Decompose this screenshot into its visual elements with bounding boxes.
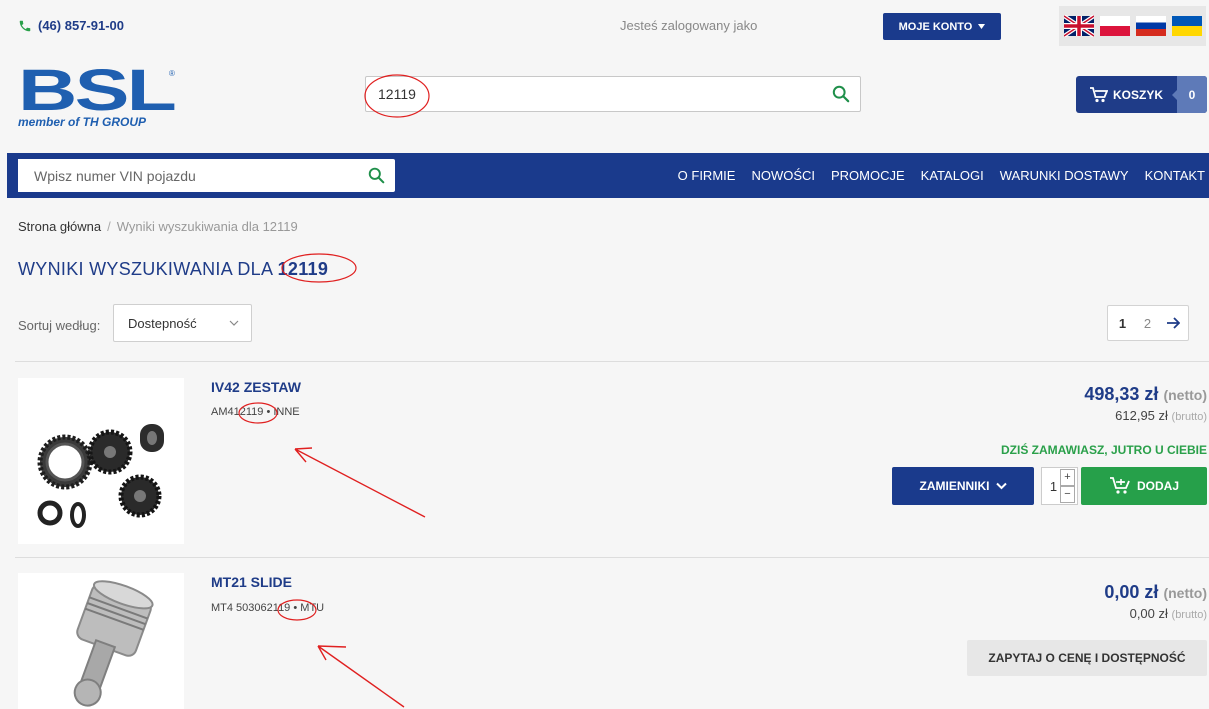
ask-price-button[interactable]: ZAPYTAJ O CENĘ I DOSTĘPNOŚĆ: [967, 640, 1207, 676]
top-bar: (46) 857-91-00 Jesteś zalogowany jako MO…: [0, 0, 1209, 56]
sort-select[interactable]: Dostepność: [113, 304, 252, 342]
divider: [15, 361, 1209, 362]
chevron-down-icon: [229, 320, 239, 326]
quantity-increase-button[interactable]: +: [1060, 469, 1075, 486]
main-nav: O FIRMIE NOWOŚCI PROMOCJE KATALOGI WARUN…: [7, 153, 1209, 198]
price-gross-value: 0,00 zł: [1129, 606, 1168, 621]
price-net-label: (netto): [1163, 585, 1207, 601]
alternatives-label: ZAMIENNIKI: [919, 479, 990, 493]
my-account-label: MOJE KONTO: [898, 20, 973, 33]
annotation-arrow: [317, 645, 405, 708]
nav-item-kontakt[interactable]: KONTAKT: [1145, 168, 1205, 183]
cart-label: KOSZYK: [1112, 87, 1163, 102]
product-category: INNE: [273, 406, 300, 418]
nav-item-nowosci[interactable]: NOWOŚCI: [751, 168, 815, 183]
logged-in-text: Jesteś zalogowany jako: [620, 18, 758, 33]
page-title-prefix: WYNIKI WYSZUKIWANIA DLA: [18, 259, 273, 279]
nav-item-katalogi[interactable]: KATALOGI: [921, 168, 984, 183]
price-net-value: 0,00 zł: [1104, 582, 1159, 602]
cart-button[interactable]: KOSZYK 0: [1076, 76, 1207, 113]
vin-search-box: [18, 159, 395, 192]
price-gross-label: (brutto): [1171, 411, 1207, 423]
search-icon[interactable]: [832, 85, 850, 103]
product-name[interactable]: MT21 SLIDE: [211, 574, 292, 590]
add-to-cart-label: DODAJ: [1136, 479, 1179, 493]
product-code-value: MT4 503062119: [211, 602, 291, 614]
product-image-piston[interactable]: [18, 573, 184, 709]
price-block: 0,00 zł (netto) 0,00 zł (brutto): [1104, 582, 1207, 621]
pagination: 1 2: [1107, 305, 1189, 341]
vin-input[interactable]: [18, 159, 348, 192]
price-gross: 612,95 zł (brutto): [1084, 408, 1207, 423]
product-name[interactable]: IV42 ZESTAW: [211, 379, 301, 395]
price-gross: 0,00 zł (brutto): [1104, 606, 1207, 621]
sort-label: Sortuj według:: [18, 318, 101, 333]
next-page-button[interactable]: [1158, 306, 1188, 340]
phone-icon: [19, 20, 31, 31]
caret-down-icon: [978, 24, 986, 29]
price-gross-label: (brutto): [1171, 609, 1207, 621]
breadcrumb-home[interactable]: Strona główna: [18, 219, 101, 234]
product-image-gears[interactable]: [18, 378, 184, 544]
product-code-value: AM412119: [211, 406, 264, 418]
nav-item-promocje[interactable]: PROMOCJE: [831, 168, 905, 183]
logo-subtitle: member of TH GROUP: [18, 115, 147, 129]
product-category: MTU: [300, 602, 325, 614]
ua-flag-icon[interactable]: [1171, 15, 1202, 37]
price-net: 0,00 zł (netto): [1104, 582, 1207, 603]
page-2[interactable]: 2: [1137, 306, 1158, 340]
alternatives-button[interactable]: ZAMIENNIKI: [892, 467, 1034, 505]
price-net-label: (netto): [1163, 387, 1207, 403]
language-switcher: [1059, 6, 1206, 46]
breadcrumb: Strona główna / Wyniki wyszukiwania dla 12…: [18, 219, 298, 234]
page-title: WYNIKI WYSZUKIWANIA DLA 12119: [18, 259, 328, 280]
cart-count-badge: 0: [1172, 76, 1207, 113]
sort-selected-value: Dostepność: [128, 315, 197, 331]
logo-registered-mark: ®: [169, 69, 175, 78]
page-title-query: 12119: [277, 259, 329, 279]
price-block: 498,33 zł (netto) 612,95 zł (brutto): [1084, 384, 1207, 423]
breadcrumb-separator: /: [107, 219, 111, 234]
quantity-stepper: + −: [1060, 469, 1075, 503]
search-box: [365, 76, 861, 112]
nav-item-o-firmie[interactable]: O FIRMIE: [678, 168, 736, 183]
gb-flag-icon[interactable]: [1063, 15, 1094, 37]
bsl-logo[interactable]: BSL ® member of TH GROUP: [18, 66, 180, 130]
pl-flag-icon[interactable]: [1099, 15, 1130, 37]
phone-number[interactable]: (46) 857-91-00: [18, 18, 124, 33]
cart-main: KOSZYK: [1076, 76, 1177, 113]
quantity-value: 1: [1049, 478, 1058, 494]
annotation-arrow: [294, 447, 426, 518]
availability-text: DZIŚ ZAMAWIASZ, JUTRO U CIEBIE: [1000, 443, 1207, 457]
add-to-cart-button[interactable]: DODAJ: [1081, 467, 1207, 505]
nav-item-warunki-dostawy[interactable]: WARUNKI DOSTAWY: [1000, 168, 1129, 183]
my-account-button[interactable]: MOJE KONTO: [883, 13, 1001, 40]
nav-menu: O FIRMIE NOWOŚCI PROMOCJE KATALOGI WARUN…: [678, 153, 1205, 198]
add-to-cart-icon: [1109, 477, 1130, 494]
breadcrumb-current: Wyniki wyszukiwania dla 12119: [116, 219, 298, 234]
divider: [15, 557, 1209, 558]
vin-search-icon[interactable]: [368, 167, 385, 184]
chevron-down-icon: [995, 482, 1007, 490]
search-input[interactable]: [366, 77, 806, 111]
quantity-decrease-button[interactable]: −: [1060, 486, 1075, 503]
price-gross-value: 612,95 zł: [1115, 408, 1168, 423]
price-net: 498,33 zł (netto): [1084, 384, 1207, 405]
page-1[interactable]: 1: [1108, 306, 1137, 340]
phone-text: (46) 857-91-00: [38, 18, 124, 33]
ru-flag-icon[interactable]: [1135, 15, 1166, 37]
cart-icon: [1089, 86, 1108, 102]
price-net-value: 498,33 zł: [1084, 384, 1159, 404]
product-code: AM412119 • INNE: [211, 406, 300, 418]
product-code: MT4 503062119 • MTU: [211, 602, 325, 614]
arrow-right-icon: [1166, 317, 1180, 329]
